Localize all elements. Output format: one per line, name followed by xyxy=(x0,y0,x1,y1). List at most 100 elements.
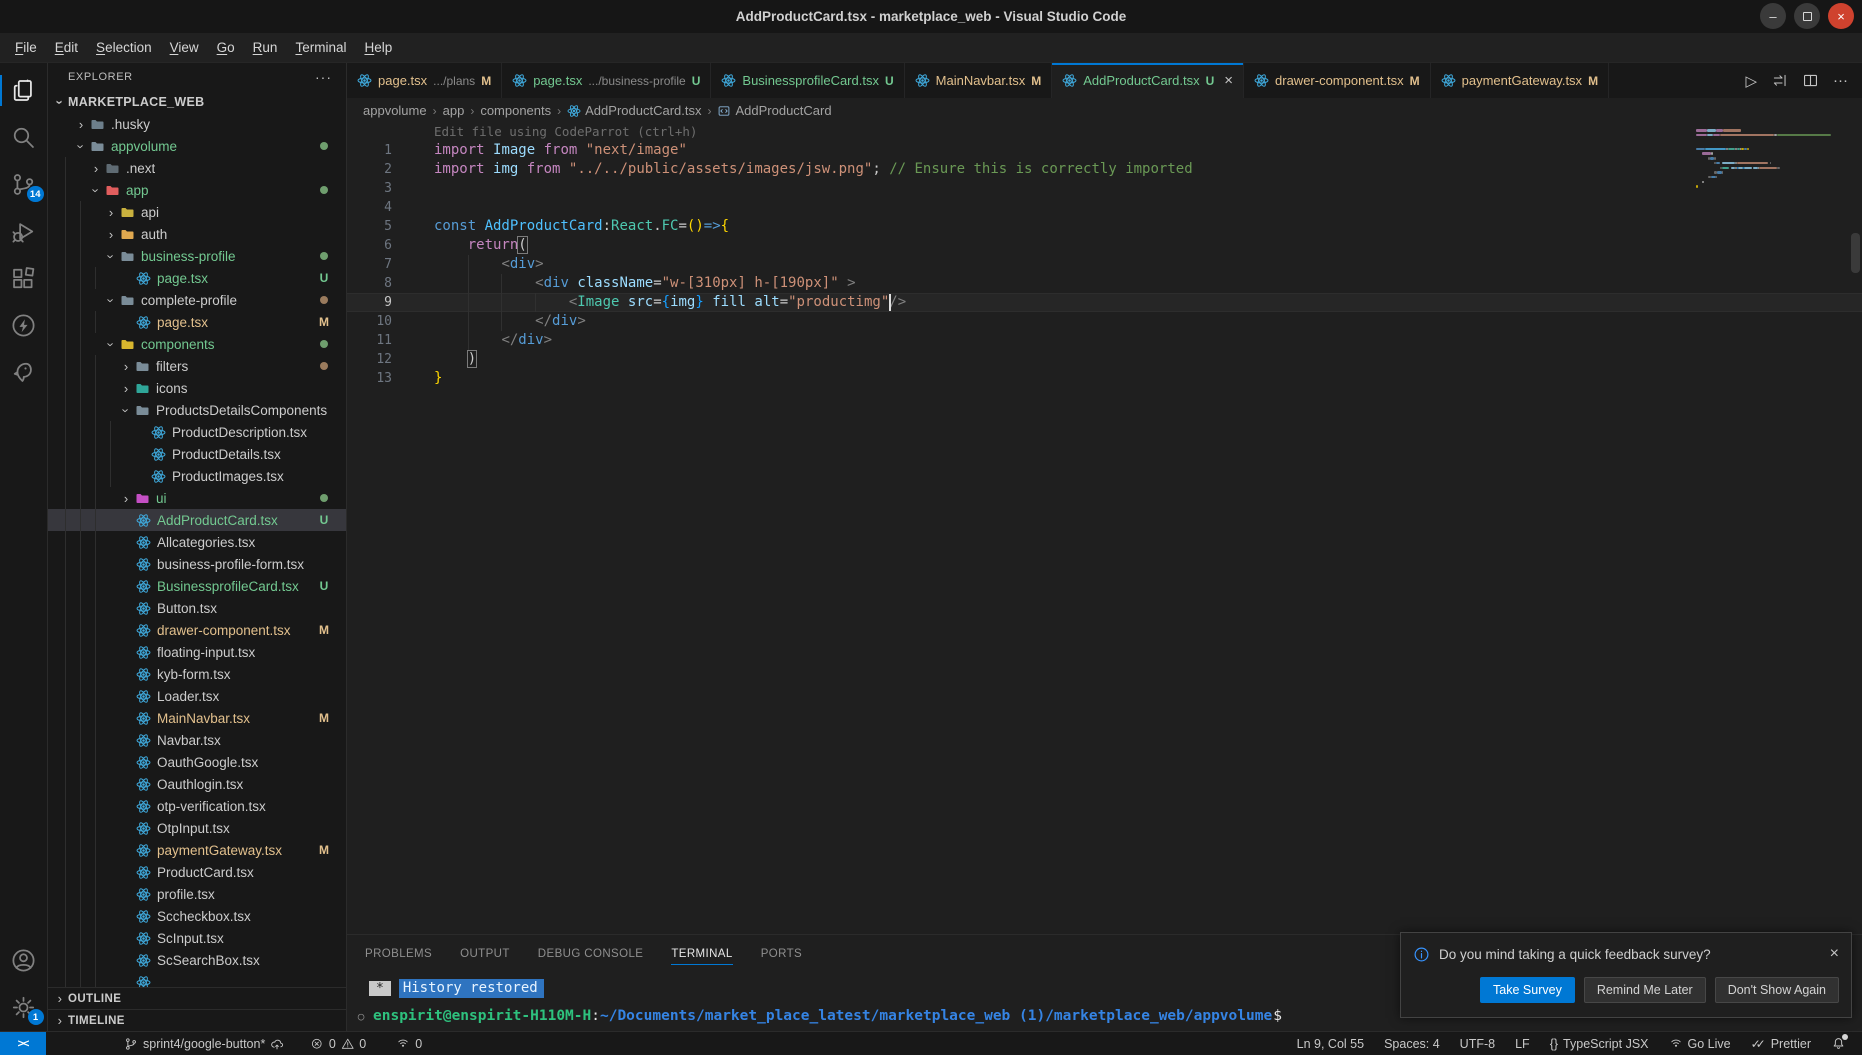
tree-item-productdetails-tsx[interactable]: ProductDetails.tsx xyxy=(48,443,346,465)
panel-tab-ports[interactable]: PORTS xyxy=(761,935,802,973)
tree-item-profile-tsx[interactable]: profile.tsx xyxy=(48,883,346,905)
thunder-client-icon[interactable] xyxy=(0,302,48,349)
eol-sequence[interactable]: LF xyxy=(1509,1032,1536,1055)
language-mode[interactable]: {}TypeScript JSX xyxy=(1544,1032,1655,1055)
notification-close-icon[interactable]: × xyxy=(1830,945,1839,963)
tree-item[interactable] xyxy=(48,971,346,987)
tree-item-page-tsx[interactable]: page.tsxU xyxy=(48,267,346,289)
tree-item-oauthgoogle-tsx[interactable]: OauthGoogle.tsx xyxy=(48,751,346,773)
tree-item-app[interactable]: ›app xyxy=(48,179,346,201)
source-control-icon[interactable]: 14 xyxy=(0,161,48,208)
panel-tab-problems[interactable]: PROBLEMS xyxy=(365,935,432,973)
tree-root[interactable]: ›MARKETPLACE_WEB xyxy=(48,91,346,113)
tree-item-allcategories-tsx[interactable]: Allcategories.tsx xyxy=(48,531,346,553)
tab-page-tsx[interactable]: page.tsx.../plansM xyxy=(347,63,502,98)
tree-item-page-tsx[interactable]: page.tsxM xyxy=(48,311,346,333)
tree-item-otp-verification-tsx[interactable]: otp-verification.tsx xyxy=(48,795,346,817)
open-changes-icon[interactable] xyxy=(1771,72,1788,89)
tree-item-addproductcard-tsx[interactable]: AddProductCard.tsxU xyxy=(48,509,346,531)
settings-gear-icon[interactable]: 1 xyxy=(0,984,48,1031)
tree-item-otpinput-tsx[interactable]: OtpInput.tsx xyxy=(48,817,346,839)
tree-item-sccheckbox-tsx[interactable]: Sccheckbox.tsx xyxy=(48,905,346,927)
breadcrumb-item[interactable]: app xyxy=(443,103,465,118)
menu-item-view[interactable]: View xyxy=(161,37,208,58)
notif-button-remind-me-later[interactable]: Remind Me Later xyxy=(1584,977,1706,1003)
menu-item-run[interactable]: Run xyxy=(244,37,287,58)
extensions-icon[interactable] xyxy=(0,255,48,302)
tree-item-businessprofilecard-tsx[interactable]: BusinessprofileCard.tsxU xyxy=(48,575,346,597)
close-button[interactable]: × xyxy=(1828,3,1854,29)
tree-item-productsdetailscomponents[interactable]: ›ProductsDetailsComponents xyxy=(48,399,346,421)
explorer-more-actions[interactable]: ··· xyxy=(315,69,332,85)
tree-item-oauthlogin-tsx[interactable]: Oauthlogin.tsx xyxy=(48,773,346,795)
notif-button-don-t-show-again[interactable]: Don't Show Again xyxy=(1715,977,1839,1003)
run-debug-icon[interactable] xyxy=(0,208,48,255)
cursor-position[interactable]: Ln 9, Col 55 xyxy=(1291,1032,1370,1055)
tree-item-components[interactable]: ›components xyxy=(48,333,346,355)
tab-mainnavbar-tsx[interactable]: MainNavbar.tsxM xyxy=(905,63,1053,98)
account-icon[interactable] xyxy=(0,937,48,984)
notif-button-take-survey[interactable]: Take Survey xyxy=(1480,977,1575,1003)
tree-item--husky[interactable]: ›.husky xyxy=(48,113,346,135)
run-icon[interactable]: ▷ xyxy=(1745,72,1757,90)
tree-item-mainnavbar-tsx[interactable]: MainNavbar.tsxM xyxy=(48,707,346,729)
remote-indicator[interactable]: >< xyxy=(0,1032,46,1055)
encoding[interactable]: UTF-8 xyxy=(1454,1032,1501,1055)
tree-item-navbar-tsx[interactable]: Navbar.tsx xyxy=(48,729,346,751)
code-editor[interactable]: Edit file using CodeParrot (ctrl+h)1impo… xyxy=(347,123,1862,934)
tree-item-scsearchbox-tsx[interactable]: ScSearchBox.tsx xyxy=(48,949,346,971)
branch-status[interactable]: sprint4/google-button* xyxy=(118,1032,290,1055)
indentation[interactable]: Spaces: 4 xyxy=(1378,1032,1446,1055)
panel-tab-debug-console[interactable]: DEBUG CONSOLE xyxy=(538,935,644,973)
tab-close-icon[interactable]: × xyxy=(1224,72,1233,89)
tree-item-loader-tsx[interactable]: Loader.tsx xyxy=(48,685,346,707)
tab-addproductcard-tsx[interactable]: AddProductCard.tsxU× xyxy=(1052,63,1244,98)
breadcrumb-item[interactable]: AddProductCard xyxy=(717,103,831,118)
notifications-bell[interactable] xyxy=(1825,1032,1852,1055)
breadcrumb-item[interactable]: appvolume xyxy=(363,103,427,118)
tree-item--next[interactable]: ›.next xyxy=(48,157,346,179)
broadcast-status[interactable]: 0 xyxy=(390,1032,428,1055)
menu-item-go[interactable]: Go xyxy=(208,37,244,58)
tree-item-drawer-component-tsx[interactable]: drawer-component.tsxM xyxy=(48,619,346,641)
tree-item-floating-input-tsx[interactable]: floating-input.tsx xyxy=(48,641,346,663)
menu-item-terminal[interactable]: Terminal xyxy=(286,37,355,58)
breadcrumb-item[interactable]: AddProductCard.tsx xyxy=(567,103,701,118)
tab-drawer-component-tsx[interactable]: drawer-component.tsxM xyxy=(1244,63,1431,98)
menu-item-help[interactable]: Help xyxy=(355,37,401,58)
tree-item-productdescription-tsx[interactable]: ProductDescription.tsx xyxy=(48,421,346,443)
tree-item-paymentgateway-tsx[interactable]: paymentGateway.tsxM xyxy=(48,839,346,861)
prettier[interactable]: ✓✓Prettier xyxy=(1745,1032,1817,1055)
tree-item-auth[interactable]: ›auth xyxy=(48,223,346,245)
tree-item-complete-profile[interactable]: ›complete-profile xyxy=(48,289,346,311)
split-editor-icon[interactable] xyxy=(1802,72,1819,89)
timeline-section[interactable]: › TIMELINE xyxy=(48,1009,346,1031)
tree-item-kyb-form-tsx[interactable]: kyb-form.tsx xyxy=(48,663,346,685)
tree-item-scinput-tsx[interactable]: ScInput.tsx xyxy=(48,927,346,949)
tree-item-productcard-tsx[interactable]: ProductCard.tsx xyxy=(48,861,346,883)
tab-businessprofilecard-tsx[interactable]: BusinessprofileCard.tsxU xyxy=(711,63,904,98)
panel-tab-terminal[interactable]: TERMINAL xyxy=(671,935,732,973)
tree-item-appvolume[interactable]: ›appvolume xyxy=(48,135,346,157)
tree-item-productimages-tsx[interactable]: ProductImages.tsx xyxy=(48,465,346,487)
codeparrot-icon[interactable] xyxy=(0,349,48,396)
tree-item-api[interactable]: ›api xyxy=(48,201,346,223)
tree-item-business-profile-form-tsx[interactable]: business-profile-form.tsx xyxy=(48,553,346,575)
problems-status[interactable]: 00 xyxy=(304,1032,372,1055)
minimap[interactable] xyxy=(1696,129,1846,190)
tree-item-button-tsx[interactable]: Button.tsx xyxy=(48,597,346,619)
more-actions-icon[interactable]: ··· xyxy=(1833,72,1848,89)
tree-item-business-profile[interactable]: ›business-profile xyxy=(48,245,346,267)
tab-page-tsx[interactable]: page.tsx.../business-profileU xyxy=(502,63,711,98)
menu-item-edit[interactable]: Edit xyxy=(46,37,87,58)
tab-paymentgateway-tsx[interactable]: paymentGateway.tsxM xyxy=(1431,63,1609,98)
maximize-button[interactable] xyxy=(1794,3,1820,29)
menu-item-file[interactable]: File xyxy=(6,37,46,58)
tree-item-icons[interactable]: ›icons xyxy=(48,377,346,399)
tree-item-filters[interactable]: ›filters xyxy=(48,355,346,377)
files-icon[interactable] xyxy=(0,67,48,114)
outline-section[interactable]: › OUTLINE xyxy=(48,987,346,1009)
breadcrumb-item[interactable]: components xyxy=(480,103,551,118)
tree-item-ui[interactable]: ›ui xyxy=(48,487,346,509)
menu-item-selection[interactable]: Selection xyxy=(87,37,161,58)
